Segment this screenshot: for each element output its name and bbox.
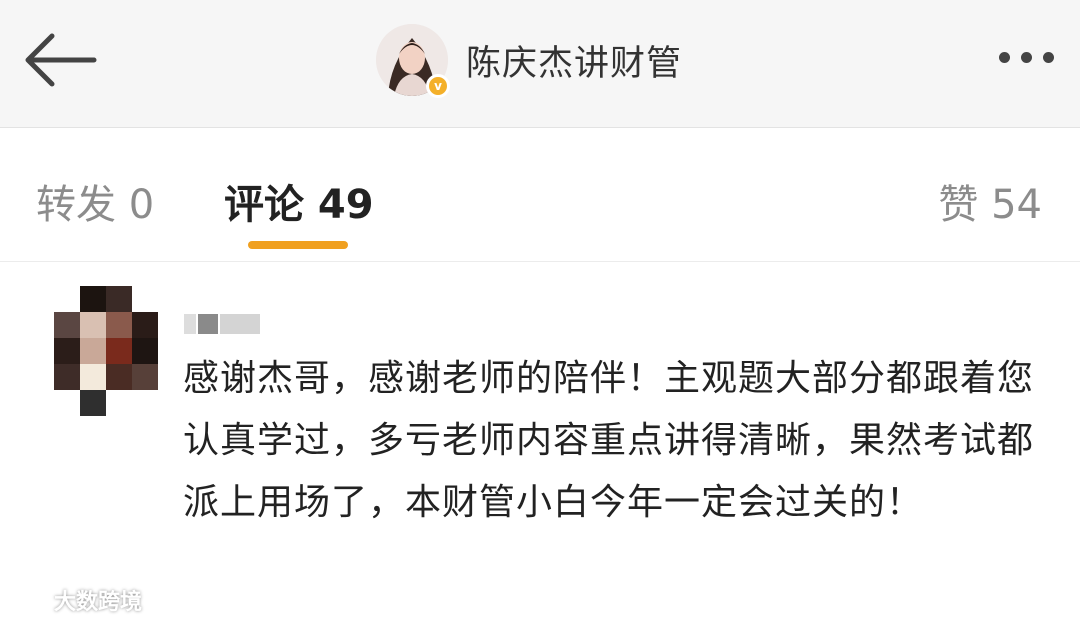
tab-likes[interactable]: 赞 54 <box>938 172 1042 230</box>
comment-username-redacted[interactable] <box>184 314 260 334</box>
more-dots-icon <box>1021 52 1032 63</box>
watermark-logo-icon <box>9 589 45 611</box>
active-tab-indicator <box>248 241 348 249</box>
back-button[interactable] <box>20 28 100 92</box>
avatar-container[interactable]: v <box>376 24 450 98</box>
more-dots-icon <box>999 52 1010 63</box>
comment-avatar[interactable] <box>54 286 158 418</box>
more-button[interactable] <box>999 52 1054 63</box>
tab-bar: 转发 0 评论 49 赞 54 <box>0 128 1080 262</box>
top-bar: v 陈庆杰讲财管 <box>0 0 1080 128</box>
comment-item: 感谢杰哥，感谢老师的陪伴！主观题大部分都跟着您认真学过，多亏老师内容重点讲得清晰… <box>0 262 1080 620</box>
watermark: 大数跨境 <box>8 584 142 616</box>
page-title: 陈庆杰讲财管 <box>466 43 683 84</box>
tab-forward[interactable]: 转发 0 <box>36 172 154 230</box>
tab-comments[interactable]: 评论 49 <box>224 172 374 230</box>
watermark-text: 大数跨境 <box>54 590 143 615</box>
more-dots-icon <box>1043 52 1054 63</box>
verified-badge-icon: v <box>426 74 450 98</box>
comment-text: 感谢杰哥，感谢老师的陪伴！主观题大部分都跟着您认真学过，多亏老师内容重点讲得清晰… <box>183 358 1035 523</box>
profile-header[interactable]: v 陈庆杰讲财管 <box>376 24 683 98</box>
arrow-left-icon <box>25 33 97 87</box>
